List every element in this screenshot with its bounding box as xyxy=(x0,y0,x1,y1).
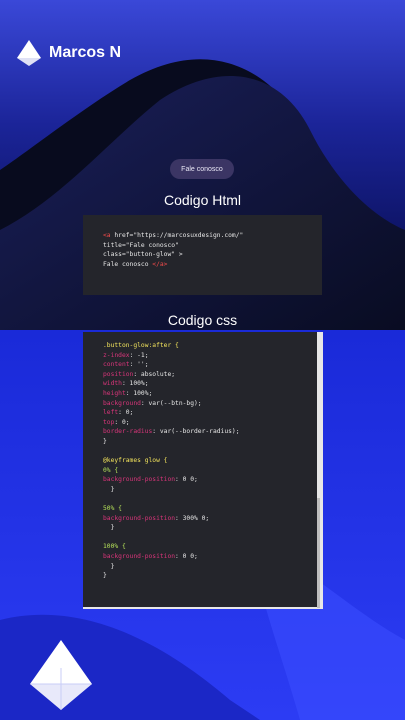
code-token: absolute; xyxy=(137,370,176,378)
code-token: 0; xyxy=(121,409,134,417)
code-line: } xyxy=(103,572,107,580)
code-line: 50% { xyxy=(103,505,122,513)
code-token: var(--border-radius); xyxy=(156,428,240,436)
code-line: left: 0; xyxy=(103,409,134,417)
code-token: height xyxy=(103,389,126,397)
code-token: </a> xyxy=(152,260,168,268)
code-line: height: 100%; xyxy=(103,389,153,397)
code-line: z-index: -1; xyxy=(103,351,149,359)
css-section-title: Codigo css xyxy=(167,312,238,328)
code-line: .button-glow:after { xyxy=(103,342,179,349)
code-line: } xyxy=(103,562,115,570)
code-line: content: ''; xyxy=(103,361,149,369)
code-line: position: absolute; xyxy=(103,370,176,378)
code-token: border-radius xyxy=(103,428,153,436)
code-token: width xyxy=(103,380,122,388)
code-token: background-position xyxy=(103,476,176,484)
html-section-title: Codigo Html xyxy=(163,192,242,208)
code-token: Fale conosco xyxy=(103,260,153,268)
code-token: position xyxy=(103,370,134,378)
code-token: <a xyxy=(103,232,111,239)
code-token: z-index xyxy=(103,351,130,359)
brand-name: Marcos N xyxy=(49,44,122,61)
code-line: <a href="https://marcosuxdesign.com/" xyxy=(103,232,243,239)
code-token: : 0 0; xyxy=(175,476,198,484)
code-token: ''; xyxy=(133,361,149,369)
code-line: top: 0; xyxy=(103,418,130,426)
code-line: @keyframes glow { xyxy=(103,457,168,465)
code-line: } xyxy=(103,437,107,445)
code-line: 0% { xyxy=(103,466,119,474)
code-token: -1; xyxy=(133,351,149,359)
code-token: href="https://marcosuxdesign.com/" xyxy=(110,232,244,239)
code-line: background-position: 0 0; xyxy=(103,476,198,483)
html-code-block: <a href="https://marcosuxdesign.com/" ti… xyxy=(83,215,322,295)
code-token: top xyxy=(103,418,115,426)
code-scrollbar[interactable] xyxy=(317,498,320,608)
brand[interactable]: Marcos N xyxy=(17,40,121,66)
code-line: Fale conosco </a> xyxy=(103,261,167,268)
code-line: border-radius: var(--border-radius); xyxy=(103,428,240,436)
fale-conosco-button[interactable]: Fale conosco xyxy=(170,159,234,179)
triangle-star-logo-icon xyxy=(17,40,41,66)
code-line: background: var(--btn-bg); xyxy=(103,399,202,407)
code-token: 0; xyxy=(118,418,130,426)
css-code-block: .button-glow:after { z-index: -1; conten… xyxy=(83,332,323,609)
code-token: background xyxy=(103,399,141,407)
triangle-star-watermark-icon xyxy=(30,640,92,710)
code-token: left xyxy=(103,409,119,417)
code-line: title="Fale conosco" xyxy=(103,241,179,249)
code-token: var(--btn-bg); xyxy=(144,399,202,407)
code-line: } xyxy=(103,485,115,493)
code-token: background-position xyxy=(103,553,176,561)
code-token: content xyxy=(103,361,130,369)
code-token: : 300% 0; xyxy=(175,514,210,522)
code-line: background-position: 300% 0; xyxy=(103,515,209,522)
code-token: background-position xyxy=(103,514,176,522)
code-token: : 0 0; xyxy=(175,553,198,561)
code-line: width: 100%; xyxy=(103,380,149,388)
code-line: background-position: 0 0; xyxy=(103,553,198,560)
code-line: } xyxy=(103,524,115,532)
code-token: 100%; xyxy=(125,380,149,388)
code-token: 100%; xyxy=(129,389,153,397)
code-line: class="button-glow" > xyxy=(103,251,183,259)
code-line: 100% { xyxy=(103,543,126,551)
